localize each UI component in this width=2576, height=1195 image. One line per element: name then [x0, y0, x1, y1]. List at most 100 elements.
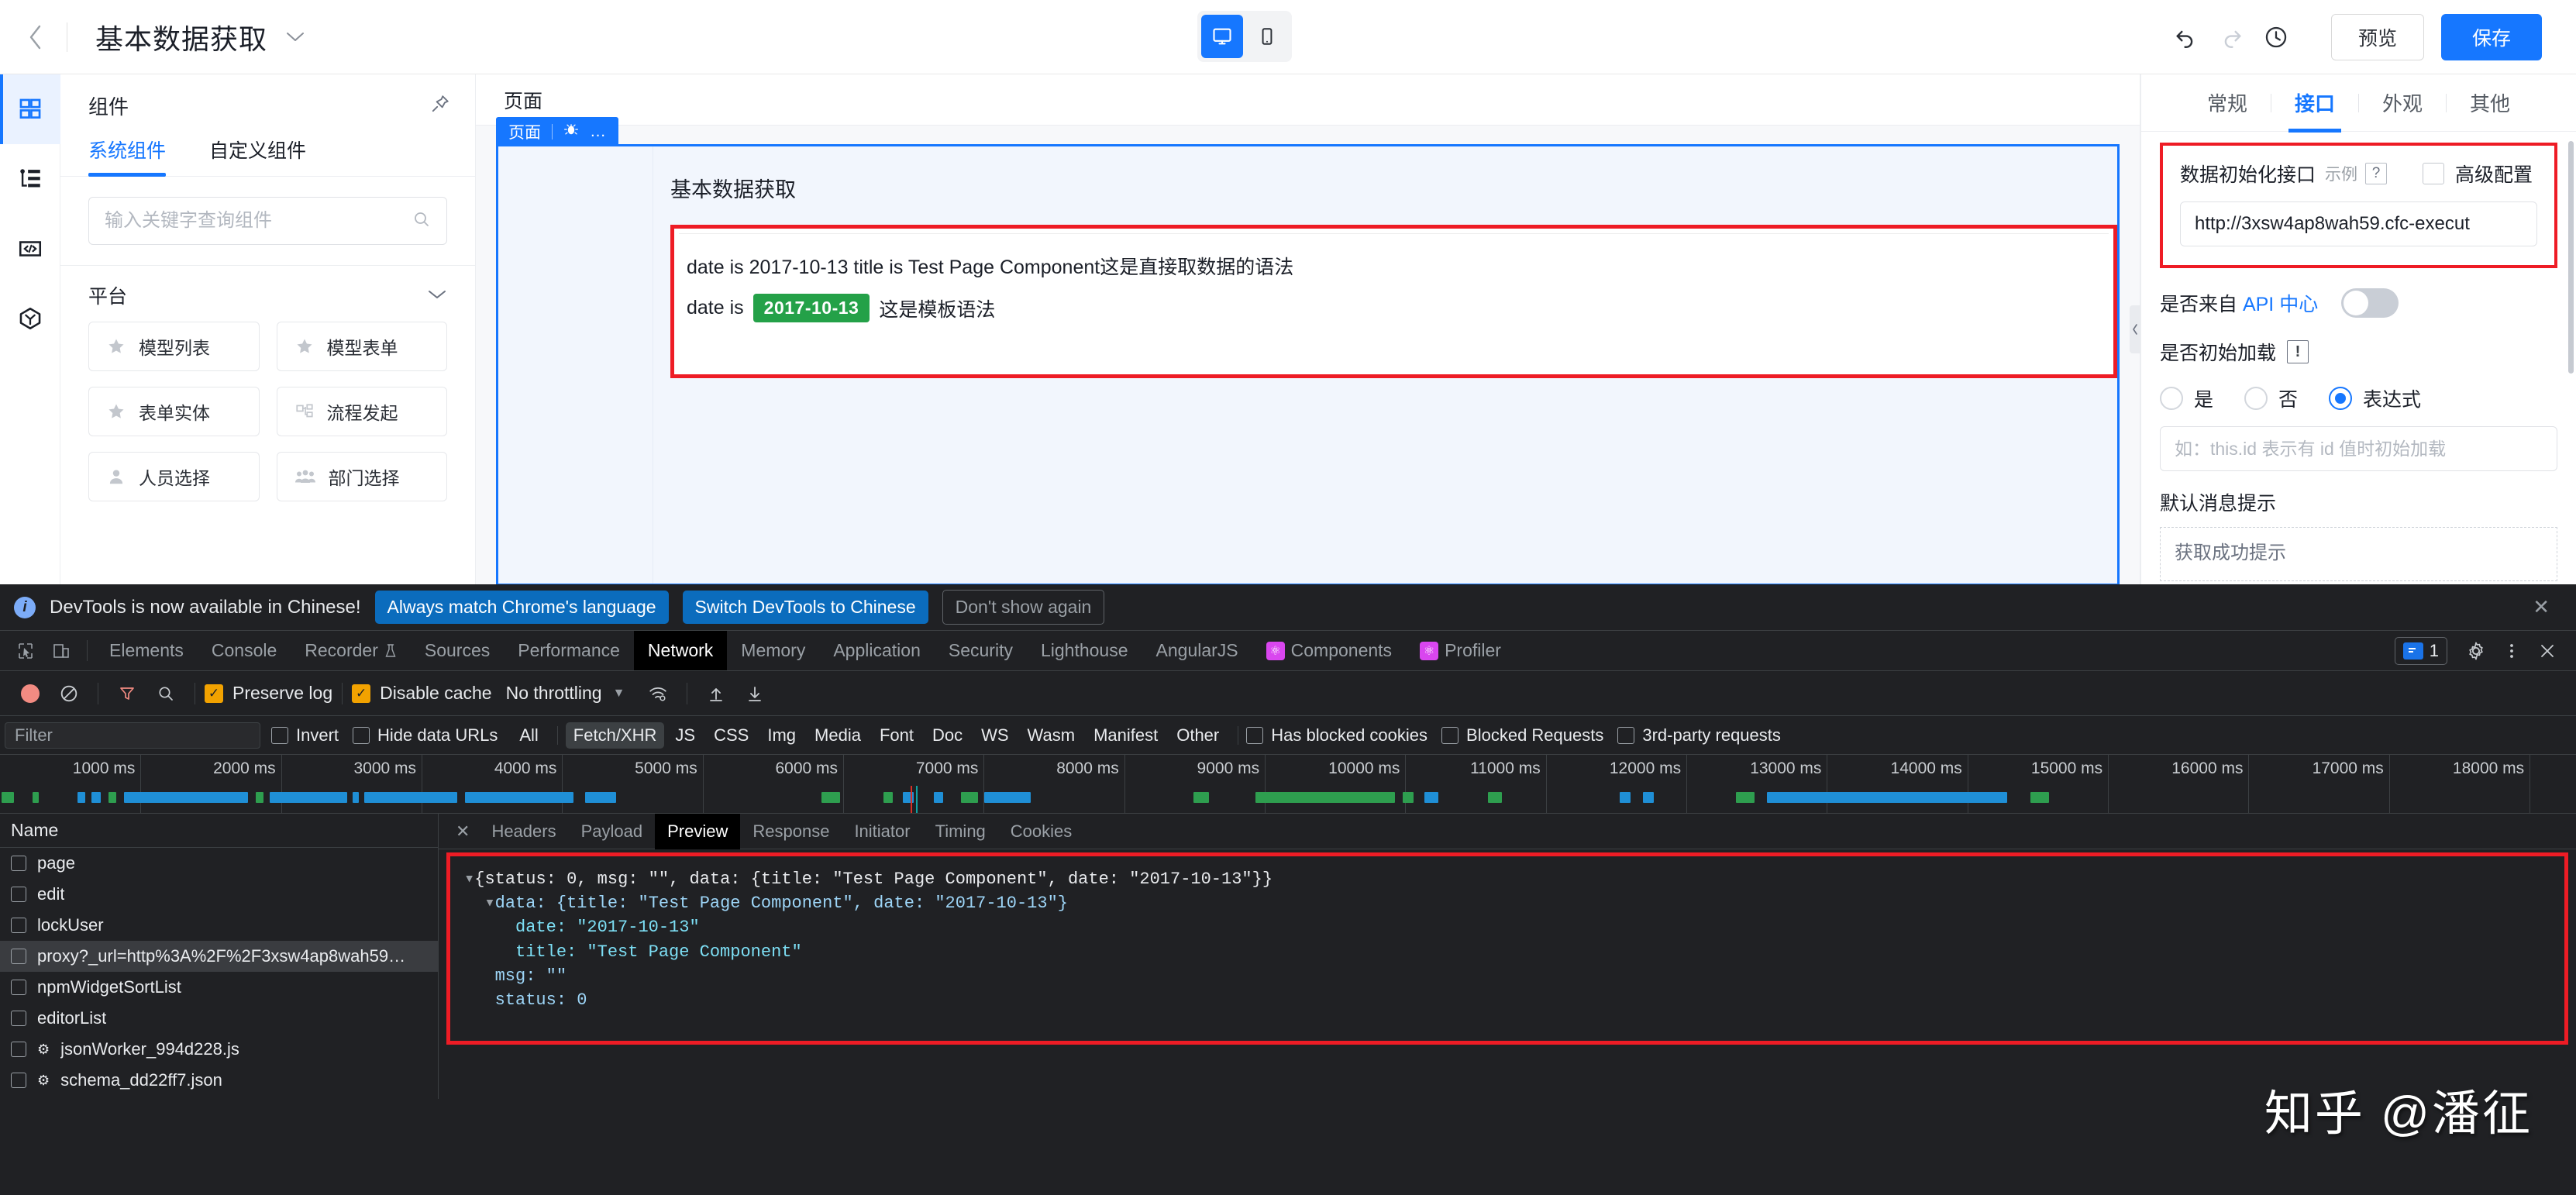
filter-type-font[interactable]: Font — [872, 722, 921, 749]
tab-appearance[interactable]: 外观 — [2359, 74, 2446, 132]
filter-type-media[interactable]: Media — [807, 722, 869, 749]
network-filter-input[interactable] — [15, 725, 250, 746]
network-filter-field[interactable] — [5, 721, 260, 749]
detail-tab-headers[interactable]: Headers — [479, 814, 568, 849]
table-row[interactable]: editorList — [0, 1003, 438, 1034]
back-button[interactable] — [22, 23, 50, 51]
export-har-button[interactable] — [735, 684, 774, 703]
warning-icon[interactable]: ! — [2287, 340, 2309, 363]
filter-type-other[interactable]: Other — [1169, 722, 1227, 749]
filter-type-manifest[interactable]: Manifest — [1086, 722, 1166, 749]
component-item-model-form[interactable]: 模型表单 — [276, 322, 447, 371]
always-match-language-button[interactable]: Always match Chrome's language — [374, 591, 669, 624]
component-item-model-list[interactable]: 模型列表 — [88, 322, 260, 371]
tab-other[interactable]: 其他 — [2447, 74, 2533, 132]
chevron-down-icon[interactable]: ▼ — [613, 687, 625, 701]
undo-button[interactable] — [2164, 15, 2209, 60]
page-frame-tag[interactable]: 页面 … — [496, 117, 618, 146]
dont-show-again-button[interactable]: Don't show again — [942, 590, 1105, 625]
component-search-input[interactable] — [105, 210, 405, 232]
network-conditions-button[interactable] — [639, 684, 677, 704]
bug-icon[interactable] — [563, 122, 579, 142]
tab-general[interactable]: 常规 — [2184, 74, 2271, 132]
component-item-person-select[interactable]: 人员选择 — [88, 452, 260, 501]
preview-json-viewer[interactable]: ▾{status: 0, msg: "", data: {title: "Tes… — [446, 852, 2568, 1045]
devtools-tab-security[interactable]: Security — [935, 631, 1027, 670]
filter-type-css[interactable]: CSS — [706, 722, 756, 749]
filter-type-fetch-xhr[interactable]: Fetch/XHR — [565, 721, 665, 749]
tab-custom-components[interactable]: 自定义组件 — [209, 136, 306, 176]
issues-badge[interactable]: 1 — [2394, 636, 2447, 665]
advanced-config-checkbox[interactable] — [2423, 163, 2445, 184]
devtools-more-button[interactable] — [2494, 641, 2530, 661]
blocked-requests-checkbox[interactable]: Blocked Requests — [1441, 725, 1603, 746]
filter-type-doc[interactable]: Doc — [925, 722, 970, 749]
json-line-data[interactable]: ▾data: {title: "Test Page Component", da… — [464, 891, 2550, 915]
api-url-field[interactable] — [2180, 201, 2537, 246]
search-button[interactable] — [146, 684, 185, 703]
inspect-element-button[interactable] — [8, 631, 43, 670]
help-icon[interactable]: ? — [2365, 163, 2388, 184]
row-checkbox[interactable] — [11, 918, 26, 933]
table-row[interactable]: npmWidgetSortList — [0, 972, 438, 1003]
devtools-tab-application[interactable]: Application — [819, 631, 935, 670]
redo-button[interactable] — [2209, 15, 2254, 60]
filter-type-img[interactable]: Img — [759, 722, 804, 749]
devtools-settings-button[interactable] — [2458, 641, 2494, 661]
canvas-collapse-handle[interactable] — [2130, 305, 2140, 353]
component-item-department-select[interactable]: 部门选择 — [276, 452, 447, 501]
tab-system-components[interactable]: 系统组件 — [88, 136, 167, 177]
devtools-tab-sources[interactable]: Sources — [411, 631, 504, 670]
network-overview-timeline[interactable]: 1000 ms 2000 ms 3000 ms 4000 ms 5000 ms 6000 … — [0, 755, 2576, 814]
hide-data-urls-checkbox[interactable]: Hide data URLs — [353, 725, 498, 746]
detail-tab-response[interactable]: Response — [740, 814, 842, 849]
page-frame-more-button[interactable]: … — [590, 122, 606, 141]
row-checkbox[interactable] — [11, 1011, 26, 1026]
throttling-select[interactable]: No throttling — [506, 683, 602, 704]
devtools-tab-lighthouse[interactable]: Lighthouse — [1027, 631, 1142, 670]
api-url-input[interactable] — [2195, 213, 2523, 235]
table-row[interactable]: edit — [0, 879, 438, 910]
devtools-tab-network[interactable]: Network — [633, 631, 728, 670]
row-checkbox[interactable] — [11, 980, 26, 995]
preserve-log-checkbox[interactable]: ✓ Preserve log — [205, 683, 332, 704]
device-toolbar-button[interactable] — [43, 631, 79, 670]
radio-no[interactable] — [2244, 387, 2268, 410]
highlighted-widget[interactable]: date is 2017-10-13 title is Test Page Co… — [670, 225, 2117, 378]
detail-tab-cookies[interactable]: Cookies — [998, 814, 1084, 849]
devtools-close-button[interactable] — [2530, 642, 2565, 660]
preview-button[interactable]: 预览 — [2331, 14, 2424, 60]
table-row[interactable]: page — [0, 848, 438, 879]
third-party-requests-checkbox[interactable]: 3rd-party requests — [1617, 725, 1781, 746]
devtools-tab-components[interactable]: ⚛ Components — [1252, 631, 1406, 670]
component-item-form-entity[interactable]: 表单实体 — [88, 387, 260, 436]
api-center-toggle[interactable] — [2341, 288, 2399, 318]
title-dropdown-caret[interactable] — [284, 25, 306, 49]
has-blocked-cookies-checkbox[interactable]: Has blocked cookies — [1246, 725, 1427, 746]
filter-type-js[interactable]: JS — [667, 722, 703, 749]
detail-tab-initiator[interactable]: Initiator — [842, 814, 922, 849]
detail-tab-preview[interactable]: Preview — [655, 813, 741, 849]
detail-tab-timing[interactable]: Timing — [923, 814, 998, 849]
rail-item-components[interactable] — [0, 74, 60, 144]
invert-checkbox[interactable]: Invert — [271, 725, 339, 746]
filter-type-wasm[interactable]: Wasm — [1020, 722, 1083, 749]
table-row[interactable]: ⚙ schema_dd22ff7.json — [0, 1065, 438, 1096]
record-button[interactable] — [11, 684, 50, 703]
rail-item-code[interactable] — [0, 214, 60, 284]
component-search[interactable] — [88, 197, 447, 245]
filter-type-ws[interactable]: WS — [973, 722, 1016, 749]
properties-scrollbar[interactable] — [2568, 141, 2574, 374]
row-checkbox[interactable] — [11, 856, 26, 871]
radio-yes[interactable] — [2160, 387, 2183, 410]
import-har-button[interactable] — [697, 684, 735, 703]
devtools-tab-memory[interactable]: Memory — [727, 631, 819, 670]
expression-input[interactable] — [2175, 438, 2543, 460]
table-row[interactable]: lockUser — [0, 910, 438, 941]
switch-to-chinese-button[interactable]: Switch DevTools to Chinese — [682, 591, 928, 624]
banner-close-icon[interactable]: ✕ — [2533, 595, 2550, 619]
devtools-tab-performance[interactable]: Performance — [504, 631, 634, 670]
rail-item-outline[interactable] — [0, 144, 60, 214]
page-frame[interactable]: 页面 … 基本数据获取 date is 2017-10-13 title is … — [496, 117, 2120, 586]
default-message-box[interactable]: 获取成功提示 — [2160, 527, 2557, 581]
